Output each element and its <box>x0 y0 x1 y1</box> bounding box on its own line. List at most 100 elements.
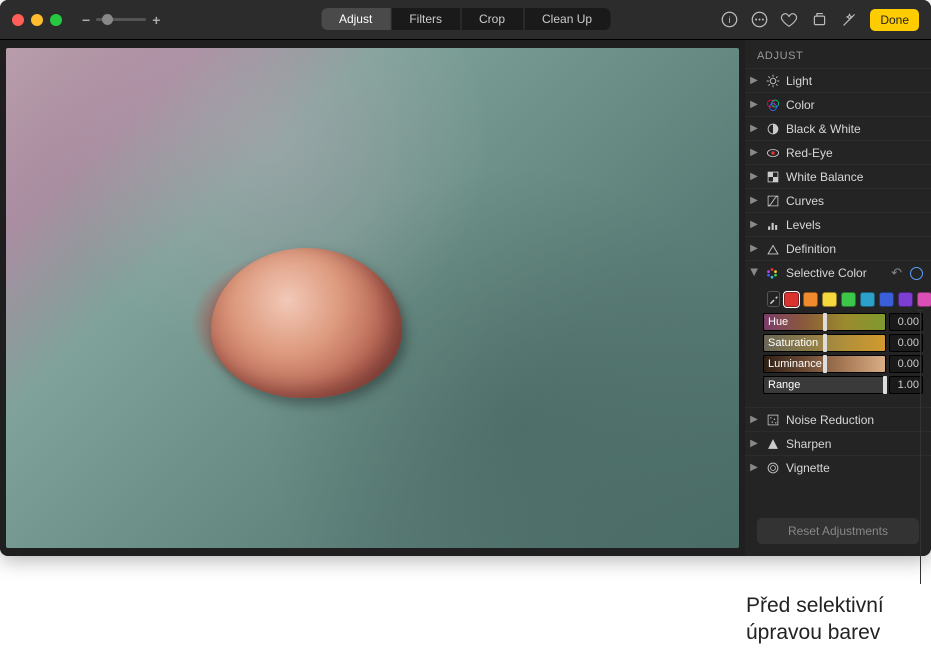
maximize-window-button[interactable] <box>50 14 62 26</box>
rotate-icon[interactable] <box>810 11 828 29</box>
adj-label: Definition <box>786 242 923 256</box>
luminance-slider[interactable]: Luminance <box>763 355 886 373</box>
chevron-down-icon: ▶ <box>749 268 760 278</box>
auto-enhance-icon[interactable] <box>840 11 858 29</box>
adj-label: Vignette <box>786 461 923 475</box>
favorite-icon[interactable] <box>780 11 798 29</box>
close-window-button[interactable] <box>12 14 24 26</box>
chevron-right-icon: ▶ <box>749 99 759 110</box>
toolbar-right-group: i Done <box>720 9 919 31</box>
slider-row-hue: Hue 0.00 <box>745 313 931 331</box>
chevron-right-icon: ▶ <box>749 243 759 254</box>
saturation-slider[interactable]: Saturation <box>763 334 886 352</box>
sidebar-header: ADJUST <box>745 40 931 68</box>
minimize-window-button[interactable] <box>31 14 43 26</box>
photo-canvas-area <box>0 40 745 556</box>
slider-value[interactable]: 0.00 <box>889 355 923 373</box>
range-slider[interactable]: Range <box>763 376 886 394</box>
whitebalance-icon <box>765 169 780 184</box>
color-swatch[interactable] <box>898 292 913 307</box>
color-swatch[interactable] <box>822 292 837 307</box>
slider-knob[interactable] <box>823 334 827 352</box>
definition-icon <box>765 241 780 256</box>
more-icon[interactable] <box>750 11 768 29</box>
sharpen-icon <box>765 436 780 451</box>
adj-row-curves[interactable]: ▶ Curves <box>745 188 931 212</box>
chevron-right-icon: ▶ <box>749 147 759 158</box>
slider-row-saturation: Saturation 0.00 <box>745 334 931 352</box>
color-swatch[interactable] <box>879 292 894 307</box>
undo-icon[interactable]: ↶ <box>891 265 902 281</box>
tab-adjust[interactable]: Adjust <box>321 8 391 30</box>
adj-label: Noise Reduction <box>786 413 923 427</box>
adj-row-selective-color[interactable]: ▶ Selective Color ↶ <box>745 260 931 285</box>
tab-filters[interactable]: Filters <box>391 8 461 30</box>
slider-label: Range <box>768 379 800 391</box>
slider-label: Saturation <box>768 337 818 349</box>
slider-knob[interactable] <box>823 355 827 373</box>
color-icon <box>765 97 780 112</box>
adj-row-sharpen[interactable]: ▶ Sharpen <box>745 431 931 455</box>
adj-row-definition[interactable]: ▶ Definition <box>745 236 931 260</box>
slider-knob[interactable] <box>823 313 827 331</box>
chevron-right-icon: ▶ <box>749 219 759 230</box>
callout-leader-line <box>920 312 921 584</box>
adj-row-redeye[interactable]: ▶ Red-Eye <box>745 140 931 164</box>
callout-text: Před selektivní úpravou barev <box>746 592 884 647</box>
reset-adjustments-button[interactable]: Reset Adjustments <box>757 518 919 544</box>
zoom-in-button[interactable]: + <box>152 12 160 28</box>
callout-tick <box>917 310 923 311</box>
chevron-right-icon: ▶ <box>749 414 759 425</box>
done-button[interactable]: Done <box>870 9 919 31</box>
color-swatches <box>745 285 931 313</box>
adj-label: Curves <box>786 194 923 208</box>
zoom-out-button[interactable]: − <box>82 12 90 28</box>
adj-row-color[interactable]: ▶ Color <box>745 92 931 116</box>
chevron-right-icon: ▶ <box>749 123 759 134</box>
info-icon[interactable]: i <box>720 11 738 29</box>
content-area: ADJUST ▶ Light ▶ Color ▶ <box>0 40 931 556</box>
slider-label: Hue <box>768 316 788 328</box>
color-swatch[interactable] <box>803 292 818 307</box>
app-window: − + Adjust Filters Crop Clean Up i <box>0 0 931 556</box>
adj-label: White Balance <box>786 170 923 184</box>
zoom-slider[interactable] <box>96 18 146 21</box>
svg-text:i: i <box>728 15 730 25</box>
chevron-right-icon: ▶ <box>749 171 759 182</box>
color-swatch[interactable] <box>841 292 856 307</box>
chevron-right-icon: ▶ <box>749 195 759 206</box>
slider-row-luminance: Luminance0.00 <box>745 355 931 373</box>
color-swatch[interactable] <box>917 292 931 307</box>
photo-preview[interactable] <box>6 48 739 548</box>
adj-row-light[interactable]: ▶ Light <box>745 68 931 92</box>
adj-label: Red-Eye <box>786 146 923 160</box>
adj-row-vignette[interactable]: ▶ Vignette <box>745 455 931 479</box>
adjustments-sidebar: ADJUST ▶ Light ▶ Color ▶ <box>745 40 931 556</box>
chevron-right-icon: ▶ <box>749 75 759 86</box>
tab-cleanup[interactable]: Clean Up <box>524 8 610 30</box>
adj-row-bw[interactable]: ▶ Black & White <box>745 116 931 140</box>
adj-label: Light <box>786 74 923 88</box>
hue-slider[interactable]: Hue <box>763 313 886 331</box>
adj-row-levels[interactable]: ▶ Levels <box>745 212 931 236</box>
light-icon <box>765 73 780 88</box>
selective-color-icon <box>765 266 780 281</box>
bw-icon <box>765 121 780 136</box>
color-swatch[interactable] <box>784 292 799 307</box>
chevron-right-icon: ▶ <box>749 462 759 473</box>
slider-value[interactable]: 0.00 <box>889 334 923 352</box>
slider-value[interactable]: 1.00 <box>889 376 923 394</box>
adj-label: Levels <box>786 218 923 232</box>
eyedropper-button[interactable] <box>767 291 780 307</box>
enable-toggle[interactable] <box>910 267 923 280</box>
slider-value[interactable]: 0.00 <box>889 313 923 331</box>
adj-label: Sharpen <box>786 437 923 451</box>
adj-label: Color <box>786 98 923 112</box>
adj-row-noise[interactable]: ▶ Noise Reduction <box>745 407 931 431</box>
color-swatch[interactable] <box>860 292 875 307</box>
vignette-icon <box>765 460 780 475</box>
levels-icon <box>765 217 780 232</box>
tab-crop[interactable]: Crop <box>461 8 524 30</box>
adj-row-whitebalance[interactable]: ▶ White Balance <box>745 164 931 188</box>
slider-knob[interactable] <box>883 376 887 394</box>
